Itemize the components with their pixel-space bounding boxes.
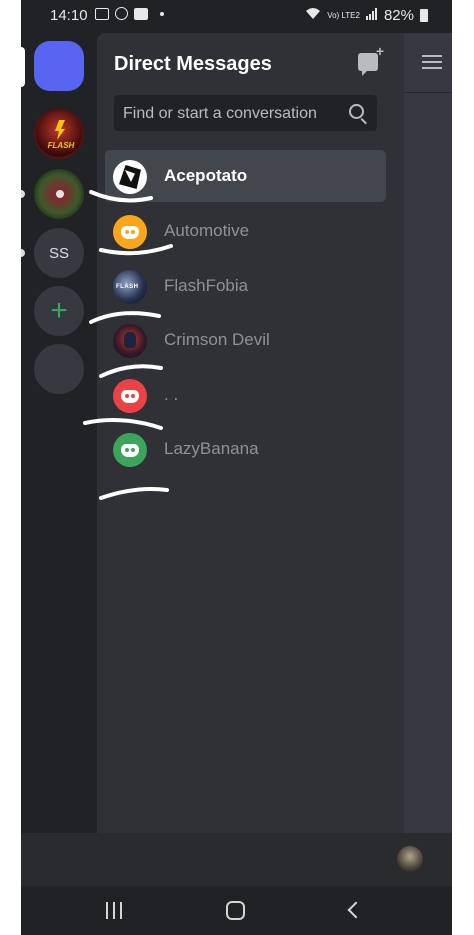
wifi-icon xyxy=(305,7,321,24)
dm-item-flashfobia[interactable]: FLASH FlashFobia xyxy=(105,260,386,312)
dm-name: Automotive xyxy=(164,221,250,240)
dm-name: Acepotato xyxy=(164,166,248,185)
new-dm-icon[interactable] xyxy=(358,43,384,76)
battery-icon xyxy=(420,9,428,22)
server-ss-initials: SS xyxy=(48,244,69,262)
back-icon[interactable] xyxy=(347,901,365,919)
dm-name: LazyBanana xyxy=(164,439,259,458)
signal-icon xyxy=(365,7,378,24)
home-icon[interactable] xyxy=(226,901,245,920)
discord-logo-icon xyxy=(121,225,139,239)
discord-logo-icon xyxy=(121,443,139,457)
youtube-icon xyxy=(134,7,148,20)
dm-name: . . xyxy=(164,385,179,404)
dm-item-lazybanana[interactable]: LazyBanana xyxy=(105,423,386,475)
server-flash[interactable]: FLASH xyxy=(34,109,84,159)
panel-title: Direct Messages xyxy=(114,53,272,75)
dm-name: FlashFobia xyxy=(164,276,249,295)
recents-icon[interactable] xyxy=(106,902,123,919)
flashfobia-avatar: FLASH xyxy=(113,270,147,304)
dm-item-acepotato[interactable]: Acepotato xyxy=(105,150,386,202)
notification-icons xyxy=(95,7,164,20)
screen-icon xyxy=(95,7,109,20)
user-avatar[interactable] xyxy=(397,846,423,872)
server-picture[interactable] xyxy=(34,169,84,219)
status-bar: 14:10 Vo) LTE2 82% xyxy=(21,0,452,32)
search-icon xyxy=(349,104,364,119)
unread-indicator xyxy=(21,190,25,198)
plus-icon: + xyxy=(50,294,68,327)
chat-header xyxy=(404,33,452,93)
phone-screen: 14:10 Vo) LTE2 82% FLASH SS + Direct Mes… xyxy=(21,0,452,935)
acepotato-avatar xyxy=(113,160,147,194)
crimson-devil-avatar xyxy=(113,324,147,358)
network-label: Vo) LTE2 xyxy=(327,10,360,20)
system-indicators: Vo) LTE2 82% xyxy=(305,7,428,24)
chat-area-edge xyxy=(404,33,452,833)
android-navigation-bar xyxy=(21,886,452,935)
discord-default-avatar xyxy=(113,379,147,413)
search-placeholder: Find or start a conversation xyxy=(123,105,317,122)
direct-messages-panel: Direct Messages Find or start a conversa… xyxy=(97,33,414,833)
dm-name: Crimson Devil xyxy=(164,330,270,349)
add-server-button[interactable]: + xyxy=(34,286,84,336)
server-empty[interactable] xyxy=(34,344,84,394)
discord-logo-icon xyxy=(121,389,139,403)
battery-percent: 82% xyxy=(383,7,414,24)
whatsapp-icon xyxy=(115,7,128,20)
discord-default-avatar xyxy=(113,433,147,467)
discord-default-avatar xyxy=(113,215,147,249)
more-notifications-icon xyxy=(160,11,164,16)
dm-item-dots[interactable]: . . xyxy=(105,369,386,421)
server-ss[interactable]: SS xyxy=(34,228,84,278)
server-flash-label: FLASH xyxy=(47,141,75,150)
dm-item-crimson-devil[interactable]: Crimson Devil xyxy=(105,314,386,366)
hamburger-icon[interactable] xyxy=(422,55,442,69)
bottom-tab-bar xyxy=(21,833,452,886)
home-button[interactable] xyxy=(34,41,84,91)
flashfobia-avatar-text: FLASH xyxy=(116,284,139,290)
status-time: 14:10 xyxy=(50,7,88,24)
selected-indicator xyxy=(21,47,25,87)
unread-indicator xyxy=(21,249,25,257)
dm-item-automotive[interactable]: Automotive xyxy=(105,205,386,257)
flash-bolt-icon xyxy=(55,120,65,140)
search-input[interactable]: Find or start a conversation xyxy=(114,95,377,131)
